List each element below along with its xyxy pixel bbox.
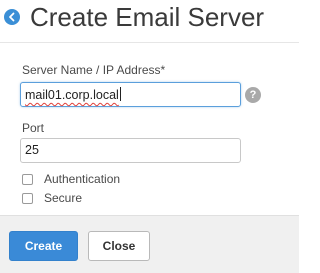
back-arrow-glyph xyxy=(9,12,15,22)
title-divider xyxy=(0,42,299,43)
server-name-value: mail01.corp.local xyxy=(25,88,119,102)
text-caret xyxy=(119,87,121,101)
create-button[interactable]: Create xyxy=(9,231,78,261)
server-name-label: Server Name / IP Address* xyxy=(22,63,166,77)
port-input[interactable]: 25 xyxy=(20,138,241,163)
authentication-checkbox-row[interactable]: Authentication xyxy=(22,171,120,187)
secure-checkbox[interactable] xyxy=(22,192,33,204)
port-input-content: 25 xyxy=(25,143,39,157)
title-bar: Create Email Server xyxy=(0,0,299,36)
server-name-input-content: mail01.corp.local xyxy=(25,87,121,102)
secure-checkbox-row[interactable]: Secure xyxy=(22,190,82,206)
create-email-server-dialog: Create Email Server Server Name / IP Add… xyxy=(0,0,299,273)
dialog-footer: Create Close xyxy=(0,215,299,273)
secure-label: Secure xyxy=(44,191,83,205)
help-icon[interactable]: ? xyxy=(245,87,261,103)
port-value: 25 xyxy=(25,143,39,157)
port-label: Port xyxy=(22,121,45,135)
authentication-checkbox[interactable] xyxy=(22,173,33,185)
authentication-label: Authentication xyxy=(44,172,121,186)
close-button[interactable]: Close xyxy=(88,231,150,261)
server-name-input[interactable]: mail01.corp.local xyxy=(20,82,241,107)
back-arrow-icon[interactable] xyxy=(4,9,20,25)
dialog-title: Create Email Server xyxy=(30,2,265,32)
